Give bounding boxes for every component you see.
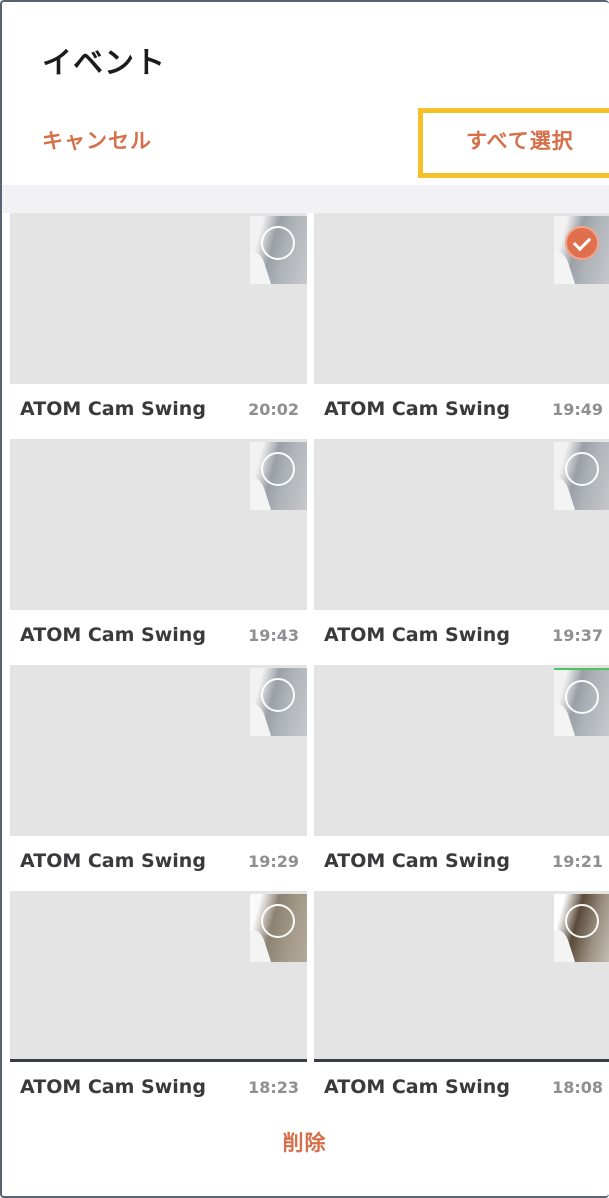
selection-circle-icon[interactable] xyxy=(565,452,599,486)
page-title: イベント xyxy=(42,46,166,81)
event-time: 19:37 xyxy=(552,625,603,645)
event-label-row: ATOM Cam Swing 19:49 xyxy=(314,384,609,434)
camera-name: ATOM Cam Swing xyxy=(20,624,206,646)
camera-preview-image xyxy=(250,668,307,736)
selection-circle-icon[interactable] xyxy=(565,904,599,938)
event-thumbnail[interactable] xyxy=(10,439,307,610)
event-card[interactable]: ATOM Cam Swing 19:29 xyxy=(10,665,307,886)
delete-button[interactable]: 削除 xyxy=(0,1127,609,1157)
event-grid: ATOM Cam Swing 20:02 ATOM Cam Swing 19:49 AT… xyxy=(0,213,609,1103)
event-thumbnail[interactable] xyxy=(314,213,609,384)
event-time: 18:08 xyxy=(552,1077,603,1097)
cancel-button[interactable]: キャンセル xyxy=(42,125,152,155)
event-card[interactable]: ATOM Cam Swing 19:49 xyxy=(314,213,609,434)
camera-name: ATOM Cam Swing xyxy=(324,850,510,872)
camera-preview-image xyxy=(554,442,609,510)
event-time: 20:02 xyxy=(248,399,299,419)
camera-name: ATOM Cam Swing xyxy=(20,1076,206,1098)
event-card[interactable]: ATOM Cam Swing 20:02 xyxy=(10,213,307,434)
event-thumbnail[interactable] xyxy=(10,665,307,836)
event-card[interactable]: ATOM Cam Swing 19:37 xyxy=(314,439,609,660)
camera-name: ATOM Cam Swing xyxy=(324,1076,510,1098)
event-time: 19:21 xyxy=(552,851,603,871)
camera-preview-image xyxy=(554,668,609,736)
selection-circle-icon[interactable] xyxy=(261,904,295,938)
event-label-row: ATOM Cam Swing 18:23 xyxy=(10,1062,307,1103)
event-card[interactable]: ATOM Cam Swing 19:43 xyxy=(10,439,307,660)
event-thumbnail[interactable] xyxy=(314,439,609,610)
event-time: 19:43 xyxy=(248,625,299,645)
selection-circle-icon[interactable] xyxy=(565,226,599,260)
camera-preview-image xyxy=(250,894,307,962)
event-thumbnail[interactable] xyxy=(10,891,307,1062)
selection-circle-icon[interactable] xyxy=(565,680,599,714)
event-label-row: ATOM Cam Swing 19:43 xyxy=(10,610,307,660)
checkmark-icon xyxy=(572,232,592,252)
event-label-row: ATOM Cam Swing 18:08 xyxy=(314,1062,609,1103)
camera-name: ATOM Cam Swing xyxy=(324,398,510,420)
event-time: 19:49 xyxy=(552,399,603,419)
header: イベント キャンセル すべて選択 xyxy=(0,0,609,185)
event-thumbnail[interactable] xyxy=(10,213,307,384)
header-separator xyxy=(0,185,609,213)
camera-name: ATOM Cam Swing xyxy=(20,850,206,872)
bottom-bar: 削除 xyxy=(0,1103,609,1198)
event-time: 18:23 xyxy=(248,1077,299,1097)
selection-circle-icon[interactable] xyxy=(261,452,295,486)
camera-preview-image xyxy=(250,216,307,284)
camera-preview-image xyxy=(554,894,609,962)
event-thumbnail[interactable] xyxy=(314,665,609,836)
event-label-row: ATOM Cam Swing 20:02 xyxy=(10,384,307,434)
select-all-button[interactable]: すべて選択 xyxy=(466,125,574,155)
event-label-row: ATOM Cam Swing 19:37 xyxy=(314,610,609,660)
event-label-row: ATOM Cam Swing 19:21 xyxy=(314,836,609,886)
camera-preview-image xyxy=(554,216,609,284)
event-card[interactable]: ATOM Cam Swing 18:08 xyxy=(314,891,609,1103)
event-time: 19:29 xyxy=(248,851,299,871)
event-thumbnail[interactable] xyxy=(314,891,609,1062)
camera-name: ATOM Cam Swing xyxy=(324,624,510,646)
camera-name: ATOM Cam Swing xyxy=(20,398,206,420)
event-label-row: ATOM Cam Swing 19:29 xyxy=(10,836,307,886)
event-card[interactable]: ATOM Cam Swing 18:23 xyxy=(10,891,307,1103)
selection-circle-icon[interactable] xyxy=(261,678,295,712)
event-card[interactable]: ATOM Cam Swing 19:21 xyxy=(314,665,609,886)
selection-circle-icon[interactable] xyxy=(261,226,295,260)
camera-preview-image xyxy=(250,442,307,510)
